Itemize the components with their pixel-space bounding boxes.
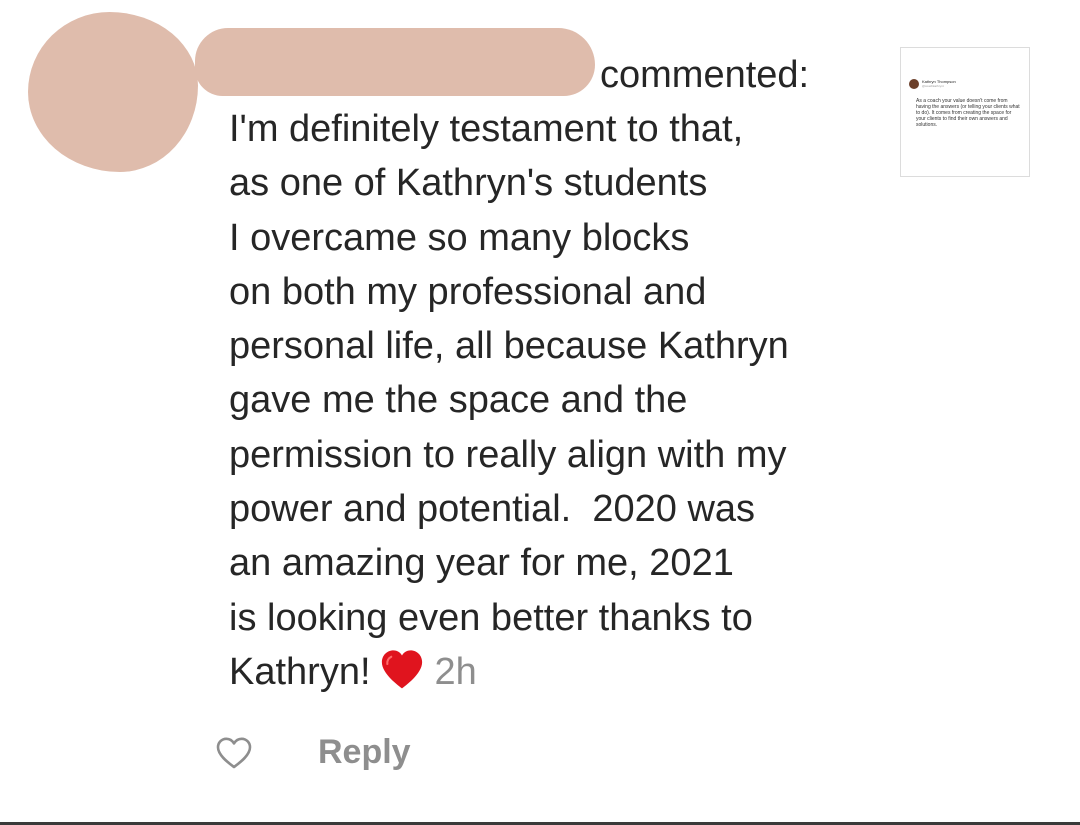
comment-line: personal life, all because Kathryn xyxy=(229,325,789,368)
comment-line: on both my professional and xyxy=(229,270,707,313)
commented-label: commented: xyxy=(600,54,810,96)
comment-last-line: Kathryn! 2h xyxy=(229,645,869,699)
comment-line: as one of Kathryn's students xyxy=(229,162,708,205)
comment-line: permission to really align with my xyxy=(229,433,787,476)
comment-line: Kathryn! xyxy=(229,650,371,693)
thumbnail-author-avatar xyxy=(909,79,919,89)
comment-timestamp: 2h xyxy=(434,650,477,693)
red-heart-emoji-icon xyxy=(381,650,422,689)
comment-line: I overcame so many blocks xyxy=(229,216,690,259)
comment-line: is looking even better thanks to xyxy=(229,596,753,639)
post-thumbnail[interactable]: Kathryn Thompson @coachkathrynt As a coa… xyxy=(900,47,1030,177)
comment-line: power and potential. 2020 was xyxy=(229,488,756,531)
comment-line: gave me the space and the xyxy=(229,379,688,422)
thumbnail-author-handle: @coachkathrynt xyxy=(922,84,944,88)
reply-button[interactable]: Reply xyxy=(318,731,411,773)
heart-outline-icon[interactable] xyxy=(215,736,253,770)
comment-text: I'm definitely testament to that, as one… xyxy=(229,102,869,699)
redacted-username xyxy=(195,28,595,96)
redacted-avatar xyxy=(28,12,198,172)
comment-line: an amazing year for me, 2021 xyxy=(229,542,734,585)
thumbnail-post-text: As a coach your value doesn't come from … xyxy=(916,98,1020,128)
comment-line: I'm definitely testament to that, xyxy=(229,108,744,150)
